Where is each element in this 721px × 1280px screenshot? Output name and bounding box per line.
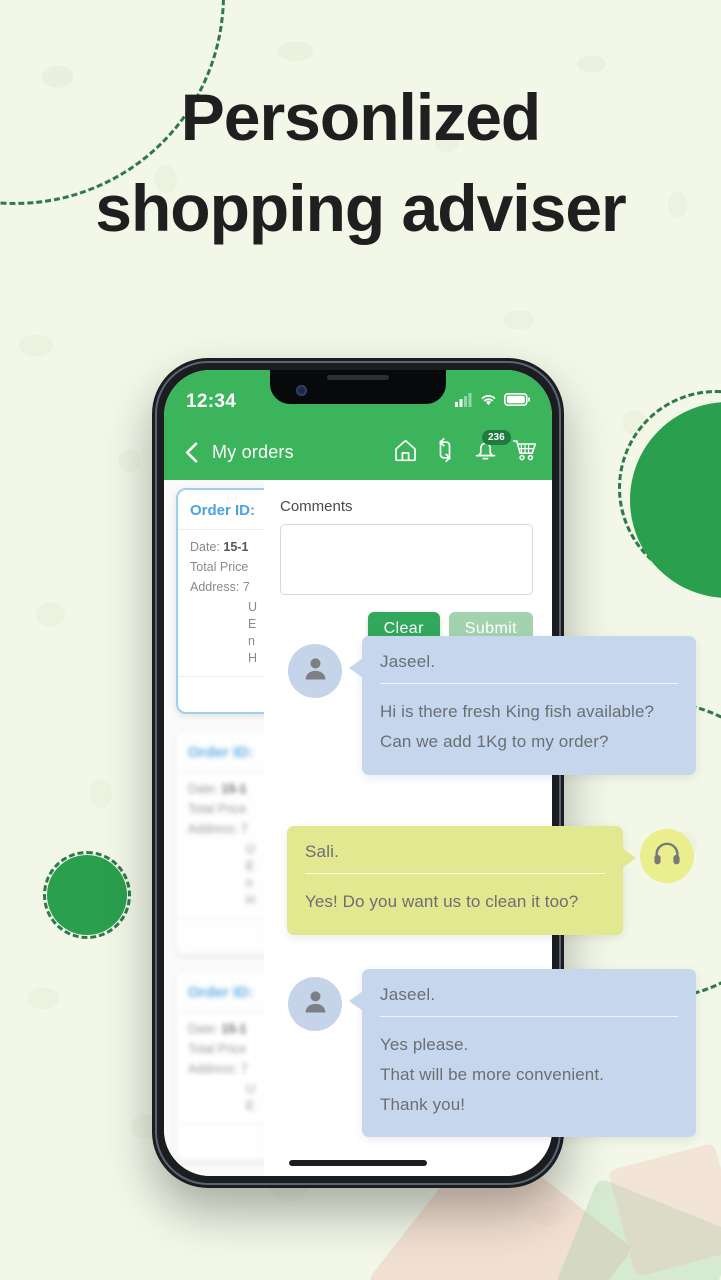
home-icon xyxy=(393,438,418,467)
promo-screenshot: Personlized shopping adviser 12:34 My or… xyxy=(0,0,721,1280)
earpiece-speaker xyxy=(327,375,389,380)
order-address-value: 7 xyxy=(240,822,248,836)
avatar xyxy=(288,644,342,698)
reorder-button[interactable] xyxy=(432,437,458,467)
home-indicator xyxy=(289,1160,427,1166)
bubble-tail xyxy=(349,991,363,1011)
page-title: Personlized shopping adviser xyxy=(0,72,721,254)
order-date-label: Date: xyxy=(188,1022,218,1036)
order-date-value: 15-1 xyxy=(221,1022,247,1036)
phone-notch xyxy=(270,370,446,404)
order-date-value: 15-1 xyxy=(221,782,247,796)
bubble-tail xyxy=(622,848,636,868)
headline-line-1: Personlized xyxy=(180,80,541,154)
green-circle-left xyxy=(47,855,127,935)
order-address-value: 7 xyxy=(240,1062,248,1076)
swap-icon xyxy=(433,437,457,467)
comments-input[interactable] xyxy=(280,524,533,595)
cart-icon xyxy=(512,438,538,467)
chat-bubble[interactable]: Sali. Yes! Do you want us to clean it to… xyxy=(287,826,636,935)
chat-author: Sali. xyxy=(305,842,605,874)
header-action-group: 236 xyxy=(392,430,538,467)
screen-title: My orders xyxy=(212,441,294,462)
chat-text: Yes please. That will be more convenient… xyxy=(380,1035,605,1114)
order-address-label: Address: xyxy=(188,1062,238,1076)
app-header: My orders 236 xyxy=(164,424,552,480)
comments-label: Comments xyxy=(280,498,353,515)
chat-bubble[interactable]: Jaseel. Yes please. That will be more co… xyxy=(349,969,696,1138)
user-avatar-icon xyxy=(302,988,329,1020)
order-date-value: 15-1 xyxy=(223,540,249,554)
order-address-label: Address: xyxy=(188,822,238,836)
order-address-label: Address: xyxy=(190,580,240,594)
order-date-label: Date: xyxy=(190,540,220,554)
battery-icon xyxy=(504,393,530,411)
cart-button[interactable] xyxy=(512,439,538,465)
order-address-value: 7 xyxy=(242,580,250,594)
chat-text: Hi is there fresh King fish available? C… xyxy=(380,702,655,751)
home-button[interactable] xyxy=(392,439,418,465)
status-icon-group xyxy=(455,392,530,412)
notifications-button[interactable]: 236 xyxy=(472,430,511,465)
status-time: 12:34 xyxy=(186,391,237,412)
avatar xyxy=(640,829,694,883)
chat-author: Jaseel. xyxy=(380,652,678,684)
bubble-tail xyxy=(349,658,363,678)
chat-author: Jaseel. xyxy=(380,985,678,1017)
notification-badge: 236 xyxy=(482,430,511,445)
front-camera-icon xyxy=(296,385,307,396)
chat-text: Yes! Do you want us to clean it too? xyxy=(305,892,579,911)
user-avatar-icon xyxy=(302,655,329,687)
headphones-icon xyxy=(653,841,681,871)
avatar xyxy=(288,977,342,1031)
chat-bubble[interactable]: Jaseel. Hi is there fresh King fish avai… xyxy=(349,636,696,775)
cellular-signal-icon xyxy=(455,392,473,412)
wifi-icon xyxy=(480,393,497,411)
order-date-label: Date: xyxy=(188,782,218,796)
headline-line-2: shopping adviser xyxy=(95,171,626,246)
back-button[interactable] xyxy=(178,439,204,465)
